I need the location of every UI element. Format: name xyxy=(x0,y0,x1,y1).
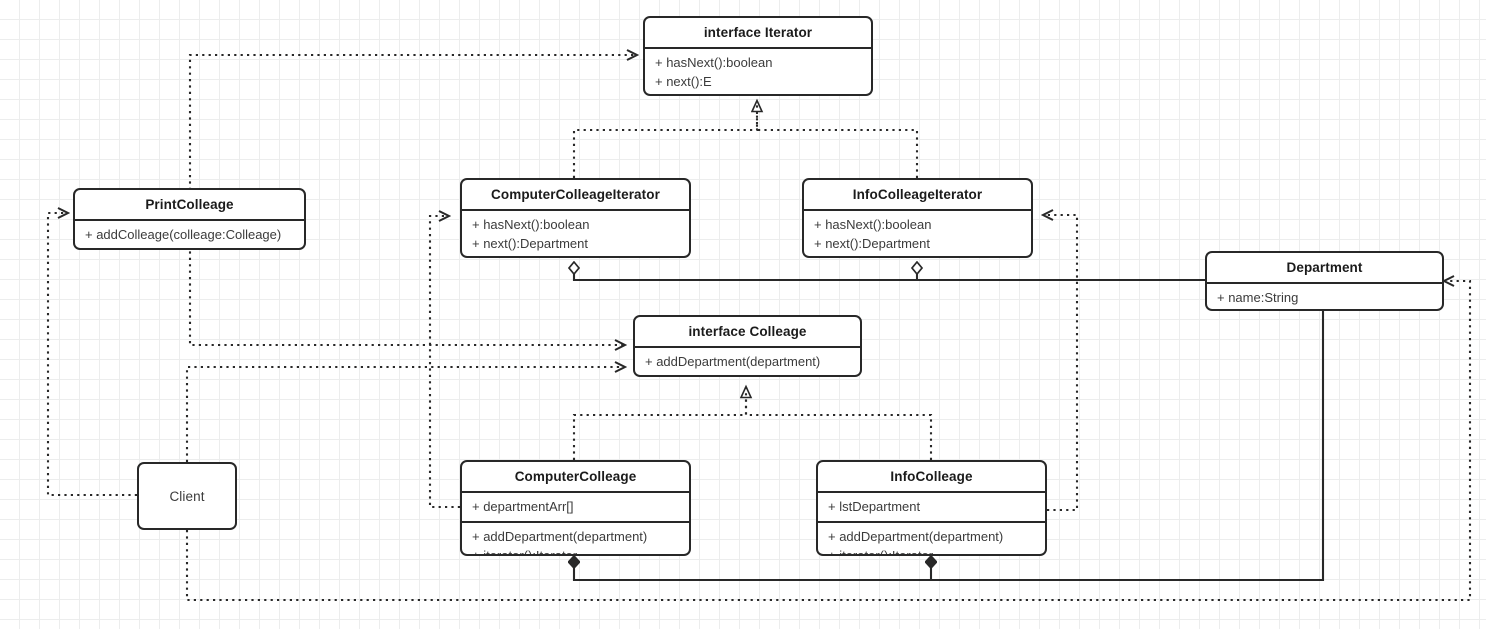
member-item: + remove():void xyxy=(645,91,871,94)
member-item: + next():E xyxy=(655,74,712,89)
member-item: + hasNext():boolean xyxy=(655,55,773,70)
class-title-print-colleage: PrintColleage xyxy=(145,197,234,212)
class-node-computer-colleage[interactable]: ComputerColleage + departmentArr[] + add… xyxy=(460,460,691,556)
class-title-computer-colleage-iterator: ComputerColleageIterator xyxy=(491,187,660,202)
members-compartment-colleage: + addDepartment(department) + iterator()… xyxy=(635,348,860,375)
class-node-info-colleage[interactable]: InfoColleage + lstDepartment + addDepart… xyxy=(816,460,1047,556)
methods-compartment-info-colleage: + addDepartment(department) + iterator()… xyxy=(818,523,1045,556)
edge-client-depends-on-colleage xyxy=(185,367,625,462)
member-item: + hasNext():boolean xyxy=(472,217,590,232)
attributes-compartment-computer-colleage: + departmentArr[] xyxy=(462,493,689,521)
member-item: + remove():void xyxy=(804,253,1031,256)
member-item: + hasNext():boolean xyxy=(814,217,932,232)
class-title-computer-colleage: ComputerColleage xyxy=(514,469,637,484)
class-title-info-colleage-iterator: InfoColleageIterator xyxy=(852,187,983,202)
member-item: + showColleage() xyxy=(75,244,304,248)
members-compartment-print-colleage: + addColleage(colleage:Colleage) + showC… xyxy=(75,221,304,248)
class-node-info-colleage-iterator[interactable]: InfoColleageIterator + hasNext():boolean… xyxy=(802,178,1033,258)
edge-info-colleage-realizes-colleage xyxy=(744,387,933,460)
method-item: + addDepartment(department) xyxy=(472,529,648,544)
members-compartment-info-colleage-iterator: + hasNext():boolean + next():Department … xyxy=(804,211,1031,256)
member-item: + next():Department xyxy=(472,236,588,251)
edge-info-colleage-iterator-aggregates-department xyxy=(917,262,1205,282)
class-title-client: Client xyxy=(169,488,205,504)
attribute-item: + departmentArr[] xyxy=(472,499,574,514)
class-title-colleage: interface Colleage xyxy=(688,324,807,339)
class-title-info-colleage: InfoColleage xyxy=(890,469,973,484)
member-item: + next():Department xyxy=(814,236,930,251)
method-item: + iterator():Iterator xyxy=(828,548,934,556)
edge-print-colleage-depends-on-colleage xyxy=(188,245,625,345)
attributes-compartment-info-colleage: + lstDepartment xyxy=(818,493,1045,521)
member-item: + remove():void xyxy=(462,253,689,256)
edge-computer-colleage-iterator-realizes-iterator xyxy=(572,101,757,178)
members-compartment-computer-colleage-iterator: + hasNext():boolean + next():Department … xyxy=(462,211,689,256)
class-node-client[interactable]: Client xyxy=(137,462,237,530)
member-item: + des:String xyxy=(1207,307,1442,309)
class-title-department: Department xyxy=(1286,260,1363,275)
members-compartment-iterator: + hasNext():boolean + next():E + remove(… xyxy=(645,49,871,94)
diagram-canvas: interface Iterator + hasNext():boolean +… xyxy=(0,0,1486,629)
member-item: + name:String xyxy=(1217,290,1299,305)
edge-print-colleage-depends-on-iterator xyxy=(188,55,637,190)
member-item: + iterator():Iterator xyxy=(635,371,860,375)
class-title-iterator: interface Iterator xyxy=(703,25,813,40)
edge-client-depends-on-print-colleage xyxy=(46,213,137,497)
edge-info-colleage-depends-on-info-colleage-iterator xyxy=(1043,215,1079,512)
members-compartment-department: + name:String + des:String xyxy=(1207,284,1442,309)
edge-computer-colleage-realizes-colleage xyxy=(572,387,746,460)
member-item: + addColleage(colleage:Colleage) xyxy=(85,227,282,242)
class-node-computer-colleage-iterator[interactable]: ComputerColleageIterator + hasNext():boo… xyxy=(460,178,691,258)
edge-info-colleage-iterator-realizes-iterator xyxy=(755,101,919,178)
method-item: + iterator():Iterator xyxy=(472,548,578,556)
methods-compartment-computer-colleage: + addDepartment(department) + iterator()… xyxy=(462,523,689,556)
class-node-department[interactable]: Department + name:String + des:String xyxy=(1205,251,1444,311)
edge-computer-colleage-iterator-aggregates-department xyxy=(574,262,1205,282)
edge-computer-colleage-depends-on-computer-colleage-iterator xyxy=(428,216,460,509)
method-item: + addDepartment(department) xyxy=(828,529,1004,544)
member-item: + addDepartment(department) xyxy=(645,354,821,369)
class-node-print-colleage[interactable]: PrintColleage + addColleage(colleage:Col… xyxy=(73,188,306,250)
attribute-item: + lstDepartment xyxy=(828,499,921,514)
class-node-colleage[interactable]: interface Colleage + addDepartment(depar… xyxy=(633,315,862,377)
class-node-iterator[interactable]: interface Iterator + hasNext():boolean +… xyxy=(643,16,873,96)
